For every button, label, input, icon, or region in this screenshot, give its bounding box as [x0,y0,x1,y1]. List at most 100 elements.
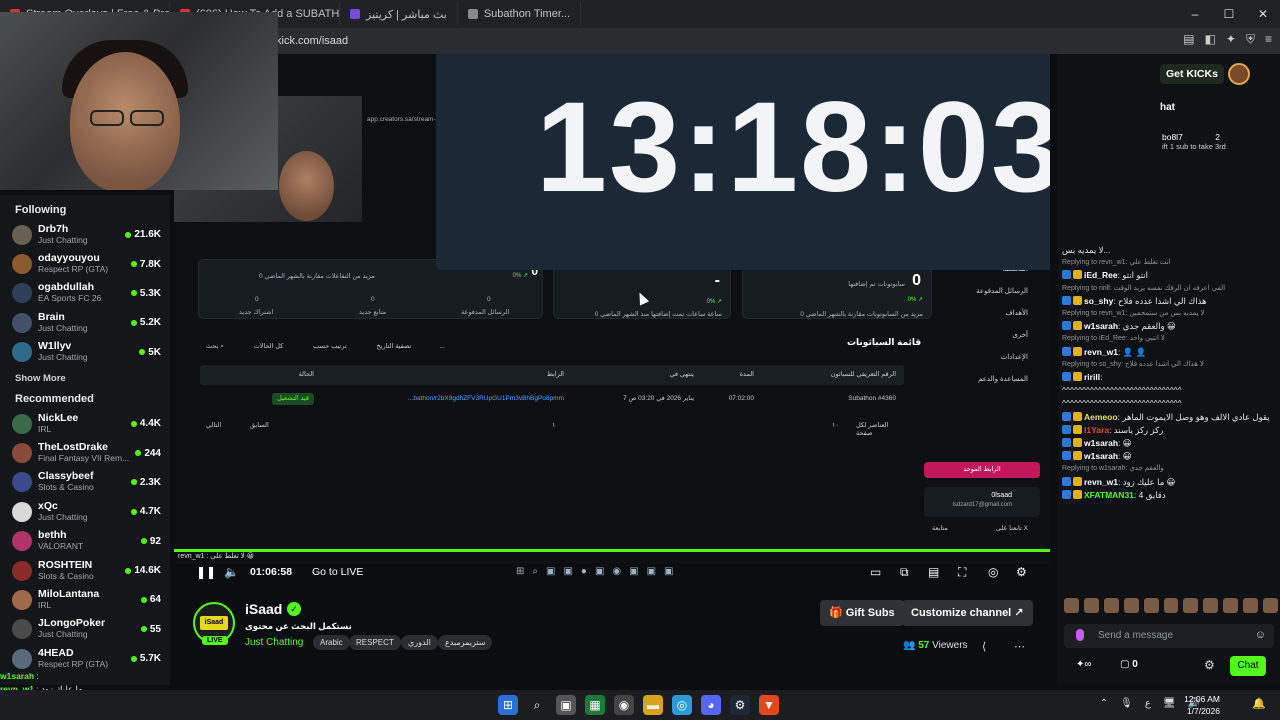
chevron-up-icon[interactable]: ⌃ [1100,698,1108,709]
sidebar-channel-row[interactable]: ogabdullah EA Sports FC 26 5.3K [12,279,170,308]
browser-tab[interactable]: Subathon Timer... [458,3,582,25]
language-icon[interactable]: ع [1145,698,1151,709]
shield-icon[interactable]: ⛨ [1246,32,1255,47]
sidebar-channel-row[interactable]: Brain Just Chatting 5.2K [12,308,170,337]
emote-icon[interactable] [1223,598,1239,613]
chat-input[interactable]: Send a message ☺ [1064,624,1274,648]
chat-username[interactable]: XFATMAN31 [1084,490,1134,500]
stream-category[interactable]: Just Chatting [245,637,303,648]
discord-icon[interactable]: ◕ [701,695,721,715]
sidebar-channel-row[interactable]: Classybeef Slots & Casino 2.3K [12,468,170,497]
sidebar-channel-row[interactable]: bethh VALORANT 92 [12,527,170,556]
emote-icon[interactable] [1263,598,1278,613]
sidebar-channel-row[interactable]: JLongoPoker Just Chatting 55 [12,615,170,644]
steam-icon[interactable]: ⚙ [730,695,750,715]
channel-names: bethh VALORANT [38,530,138,552]
webcam-overlay [0,12,278,190]
emote-icon[interactable] [1243,598,1259,613]
chrome-icon[interactable]: ◎ [672,695,692,715]
windows-start-icon[interactable]: ⊞ [498,695,518,715]
stream-tag[interactable]: الدوري [401,635,438,650]
emoji-icon[interactable]: ☺ [1255,629,1266,641]
brave-icon[interactable]: ▼ [759,695,779,715]
chat-username[interactable]: ririll [1084,372,1100,382]
mic-icon[interactable] [1076,629,1084,641]
chat-username[interactable]: Aemeoo [1084,412,1118,422]
store-icon[interactable]: ▦ [585,695,605,715]
chat-send-button[interactable]: Chat [1230,656,1266,676]
mic-tray-icon[interactable]: 🎙 [1120,698,1133,709]
chat-username[interactable]: w1sarah [1084,321,1118,331]
pause-icon[interactable]: ❚❚ [196,565,216,579]
stream-player[interactable]: app.creators.sa/stream-... 0 0% ↗ 0 مزيد… [174,54,1050,564]
split-view-icon[interactable]: ◧ [1205,32,1216,47]
sidebar-channel-row[interactable]: NickLee IRL 4.4K [12,409,170,438]
close-icon[interactable]: ✕ [1246,0,1280,28]
per-page-label: العناصر لكل صفحة [856,422,889,437]
task-view-icon[interactable]: ▣ [556,695,576,715]
menu-icon[interactable]: ≡ [1265,32,1272,47]
chat-username[interactable]: I1Yara [1084,425,1109,435]
chat-settings-icon[interactable]: ⚙ [1204,658,1215,672]
kicks-icon[interactable]: ✦∞ [1076,659,1092,670]
sidebar-channel-row[interactable]: xQc Just Chatting 4.7K [12,497,170,526]
minimize-icon[interactable]: – [1178,0,1212,28]
share-icon[interactable]: ⟨ [982,640,986,653]
sidebar-channel-row[interactable]: TheLostDrake Final Fantasy VII Rem... 244 [12,438,170,467]
system-clock[interactable]: 12:06 AM 1/7/2026 [1184,693,1220,717]
theater-mode-icon[interactable]: ▭ [870,565,881,579]
channel-points[interactable]: ▢ 0 [1120,659,1138,670]
stream-tag[interactable]: Arabic [313,635,350,650]
sidebar-channel-row[interactable]: ROSHTEIN Slots & Casino 14.6K [12,556,170,585]
browser-tab[interactable]: بث مباشر | كريتيز [340,3,458,25]
chat-username[interactable]: revn_w1 [1084,477,1118,487]
emote-icon[interactable] [1064,598,1079,613]
emote-icon[interactable] [1203,598,1219,613]
maximize-icon[interactable]: ☐ [1212,0,1246,28]
badge-icon [1062,424,1071,434]
chat-message: Replying to revn_w1: انت تغلط علي iEd_Ree… [1062,257,1276,281]
gift-subs-button[interactable]: 🎁 Gift Subs [820,600,904,626]
extensions-icon[interactable]: ✦ [1226,32,1236,47]
pip-icon[interactable]: ⧉ [900,565,909,580]
search-icon[interactable]: ⌕ [527,695,547,715]
user-avatar[interactable] [1228,63,1250,85]
chat-username[interactable]: w1sarah [1084,451,1118,461]
emote-icon[interactable] [1163,598,1179,613]
settings-icon[interactable]: ⚙ [1016,565,1027,579]
sidebar-channel-row[interactable]: W1llyv Just Chatting 5K [12,338,170,367]
chat-username[interactable]: w1sarah [1084,438,1118,448]
more-options-icon[interactable]: ⋯ [1014,640,1025,653]
emote-icon[interactable] [1143,598,1159,613]
fullscreen-icon[interactable]: ⛶ [958,565,966,580]
channel-names: 4HEAD Respect RP (GTA) [38,648,138,670]
customize-channel-button[interactable]: Customize channel ↗ [902,600,1033,626]
chat-username[interactable]: revn_w1 [1084,347,1118,357]
chat-username[interactable]: iEd_Ree [1084,270,1118,280]
channel-name[interactable]: iSaad [245,601,282,617]
sidebar-channel-row[interactable]: Drb7h Just Chatting 21.6K [12,220,170,249]
notification-bell-icon[interactable]: 🔔 [1252,697,1266,710]
url-field[interactable]: kick.com/isaad [276,35,348,47]
get-kicks-button[interactable]: Get KICKs [1160,64,1224,84]
obs-icon[interactable]: ◉ [614,695,634,715]
emote-icon[interactable] [1123,598,1139,613]
stream-tag[interactable]: RESPECT [349,635,401,650]
file-explorer-icon[interactable]: ▬ [643,695,663,715]
emote-icon[interactable] [1183,598,1199,613]
stream-tag[interactable]: ستريمرمبدع [438,635,493,650]
sidebar-channel-row[interactable]: odayyouyou Respect RP (GTA) 7.8K [12,249,170,278]
sidebar-channel-row[interactable]: MiloLantana IRL 64 [12,585,170,614]
quality-icon[interactable]: ◎ [988,565,998,579]
channel-category: Just Chatting [38,234,88,245]
emote-icon[interactable] [1083,598,1099,613]
sidebar-icon[interactable]: ▤ [1183,32,1194,47]
volume-icon[interactable]: 🔈 [224,565,239,579]
go-to-live-button[interactable]: Go to LIVE [312,566,363,578]
emote-icon[interactable] [1103,598,1119,613]
network-icon[interactable]: 🖥 [1163,698,1176,709]
show-more-button[interactable]: Show More [15,373,170,384]
chat-username[interactable]: so_shy [1084,296,1113,306]
playback-progress[interactable] [174,549,1050,552]
clip-icon[interactable]: ▤ [928,565,939,579]
